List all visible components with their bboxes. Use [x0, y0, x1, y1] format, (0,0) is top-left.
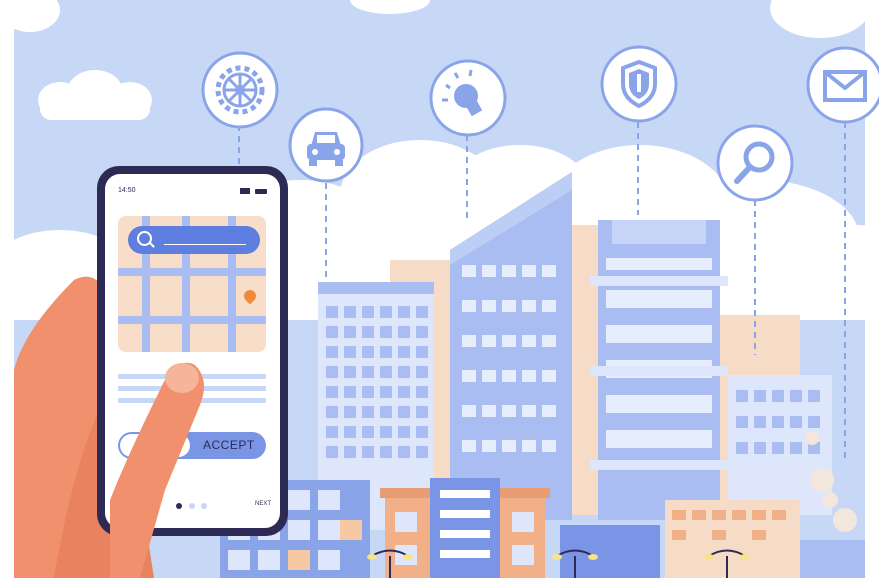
- car-icon: [288, 107, 364, 183]
- location-pin-icon[interactable]: [241, 287, 259, 305]
- thumb: [110, 362, 204, 578]
- lightbulb-icon: [429, 59, 507, 137]
- battery-icon: [255, 189, 267, 194]
- status-time: 14:50: [118, 187, 136, 194]
- search-icon: [716, 124, 794, 202]
- search-bar[interactable]: [128, 226, 260, 254]
- shield-icon: [600, 45, 678, 123]
- envelope-icon: [806, 46, 879, 124]
- gear-icon: [201, 51, 279, 129]
- illustration-scene: 14:50 ACCEPT NEXT: [0, 0, 879, 578]
- signal-icon: [240, 188, 250, 194]
- next-button[interactable]: NEXT: [255, 501, 271, 507]
